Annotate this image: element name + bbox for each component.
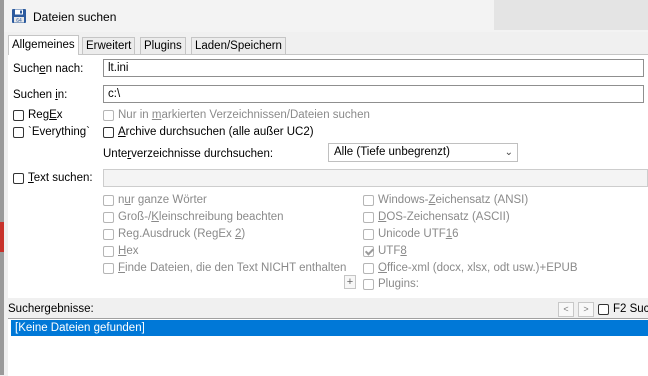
regex2-checkbox[interactable]: [103, 229, 114, 240]
case-sensitive-label: Groß-/Kleinschreibung beachten: [118, 211, 284, 223]
text-search-label[interactable]: Text suchen:: [28, 172, 93, 184]
regex2-label: Reg.Ausdruck (RegEx 2): [118, 228, 246, 240]
svg-text:64: 64: [16, 18, 22, 24]
tab-allgemeines[interactable]: Allgemeines: [8, 35, 79, 55]
plus-button[interactable]: +: [344, 275, 356, 289]
search-dialog: 64 Dateien suchen Allgemeines Erweitert …: [4, 0, 648, 376]
plugins-checkbox[interactable]: [363, 279, 374, 290]
plugins-label: Plugins:: [378, 278, 419, 290]
next-result-button[interactable]: >: [578, 302, 594, 317]
tab-plugins[interactable]: Plugins: [140, 37, 186, 54]
utf8-label: UTF8: [378, 245, 407, 257]
search-for-input[interactable]: lt.ini: [103, 59, 644, 77]
tab-erweitert[interactable]: Erweitert: [82, 37, 136, 54]
archives-checkbox[interactable]: [103, 127, 114, 138]
background-window-edge: [494, 0, 648, 30]
title-bar[interactable]: 64 Dateien suchen: [4, 0, 648, 32]
f2-search-checkbox[interactable]: [598, 304, 609, 315]
not-containing-checkbox[interactable]: [103, 263, 114, 274]
hex-checkbox[interactable]: [103, 246, 114, 257]
marked-only-checkbox[interactable]: [103, 110, 114, 121]
search-for-label: Suchen nach:: [13, 63, 84, 75]
utf8-checkbox[interactable]: [363, 246, 374, 257]
everything-checkbox[interactable]: [13, 127, 24, 138]
ansi-label: Windows-Zeichensatz (ANSI): [378, 194, 529, 206]
hex-label: Hex: [118, 245, 139, 257]
prev-result-button[interactable]: <: [558, 302, 574, 317]
everything-label[interactable]: `Everything`: [28, 126, 90, 138]
f2-search-label: F2 Such: [613, 303, 648, 315]
search-in-label: Suchen in:: [13, 89, 68, 101]
results-list[interactable]: [Keine Dateien gefunden]: [8, 318, 648, 376]
regex-checkbox[interactable]: [13, 110, 24, 121]
search-in-input[interactable]: c:\: [103, 85, 644, 103]
archives-label[interactable]: Archive durchsuchen (alle außer UC2): [118, 126, 314, 138]
utf16-checkbox[interactable]: [363, 229, 374, 240]
subdirs-label: Unterverzeichnisse durchsuchen:: [103, 148, 274, 160]
office-xml-checkbox[interactable]: [363, 263, 374, 274]
subdirs-dropdown[interactable]: Alle (Tiefe unbegrenzt) ⌄: [328, 143, 518, 162]
marked-only-label: Nur in markierten Verzeichnissen/Dateien…: [118, 109, 370, 121]
general-tab-panel: Suchen nach: lt.ini Suchen in: c:\ RegEx…: [8, 54, 648, 298]
ascii-checkbox[interactable]: [363, 212, 374, 223]
floppy-disk-icon: 64: [12, 9, 26, 24]
case-sensitive-checkbox[interactable]: [103, 212, 114, 223]
utf16-label: Unicode UTF16: [378, 228, 459, 240]
ansi-checkbox[interactable]: [363, 195, 374, 206]
ascii-label: DOS-Zeichensatz (ASCII): [378, 211, 510, 223]
whole-words-checkbox[interactable]: [103, 195, 114, 206]
not-containing-label: Finde Dateien, die den Text NICHT enthal…: [118, 262, 347, 274]
office-xml-label: Office-xml (docx, xlsx, odt usw.)+EPUB: [378, 262, 578, 274]
subdirs-selected-value: Alle (Tiefe unbegrenzt): [334, 146, 450, 158]
chevron-down-icon: ⌄: [504, 147, 513, 158]
tab-laden-speichern[interactable]: Laden/Speichern: [191, 37, 286, 54]
results-label: Suchergebnisse:: [8, 303, 94, 315]
text-search-checkbox[interactable]: [13, 173, 24, 184]
regex-label[interactable]: RegEx: [28, 109, 63, 121]
window-title: Dateien suchen: [33, 10, 117, 24]
whole-words-label: nur ganze Wörter: [118, 194, 207, 206]
text-search-input[interactable]: [103, 169, 648, 187]
list-item[interactable]: [Keine Dateien gefunden]: [11, 320, 648, 336]
